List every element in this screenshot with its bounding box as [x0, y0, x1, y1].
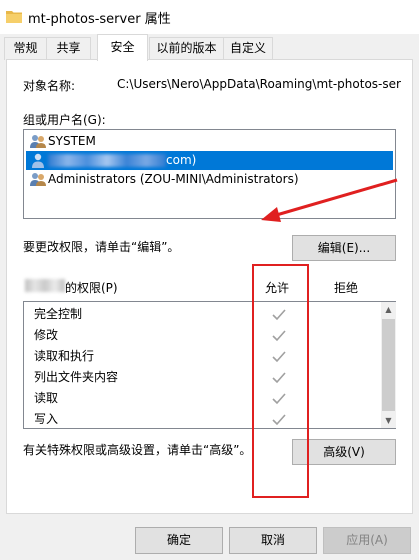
permission-read-execute: 读取和执行 [34, 349, 95, 363]
permission-list-folder: 列出文件夹内容 [34, 370, 119, 384]
user-icon [32, 153, 44, 168]
permission-modify: 修改 [34, 328, 59, 342]
permission-read: 读取 [34, 391, 59, 405]
deny-column-header: 拒绝 [334, 281, 359, 295]
tab-sharing[interactable]: 共享 [46, 37, 91, 60]
permission-write: 写入 [34, 412, 59, 426]
allow-column-header: 允许 [265, 281, 290, 295]
change-hint: 要更改权限，请单击“编辑”。 [23, 240, 180, 254]
edit-button[interactable]: 编辑(E)... [292, 235, 396, 261]
object-name-label: 对象名称: [23, 79, 76, 93]
allow-check-icon [272, 393, 286, 405]
tab-security[interactable]: 安全 [97, 34, 148, 61]
user-item-administrators[interactable]: Administrators (ZOU-MINI\Administrators) [26, 170, 393, 189]
tab-customize[interactable]: 自定义 [223, 37, 273, 60]
ok-button[interactable]: 确定 [135, 527, 223, 554]
allow-check-icon [272, 330, 286, 342]
tab-strip: 常规 共享 安全 以前的版本 自定义 [0, 34, 419, 61]
allow-check-icon [272, 372, 286, 384]
allow-check-icon [272, 414, 286, 426]
user-group-icon [30, 173, 46, 186]
user-item-label: Administrators (ZOU-MINI\Administrators) [48, 172, 299, 186]
allow-check-icon [272, 351, 286, 363]
security-panel: 对象名称: C:\Users\Nero\AppData\Roaming\mt-p… [6, 59, 413, 514]
permission-scrollbar[interactable]: ▲ ▼ [381, 302, 396, 428]
permission-full-control: 完全控制 [34, 307, 83, 321]
object-name-value: C:\Users\Nero\AppData\Roaming\mt-photos-… [117, 77, 401, 91]
folder-icon [6, 11, 22, 23]
advanced-button[interactable]: 高级(V) [292, 439, 396, 465]
cancel-button[interactable]: 取消 [229, 527, 317, 554]
user-item-selected[interactable]: com) [26, 151, 393, 170]
apply-button[interactable]: 应用(A) [323, 527, 411, 554]
redacted-username [48, 154, 166, 167]
permissions-label: 的权限(P) [65, 281, 118, 295]
user-group-icon [30, 135, 46, 148]
title-bar: mt-photos-server 属性 [0, 0, 419, 34]
scroll-down-arrow-icon[interactable]: ▼ [381, 413, 396, 428]
scroll-up-arrow-icon[interactable]: ▲ [381, 302, 396, 317]
user-item-label: SYSTEM [48, 134, 96, 148]
redacted-username [25, 279, 65, 292]
user-item-system[interactable]: SYSTEM [26, 132, 393, 151]
window-title: mt-photos-server 属性 [28, 12, 171, 27]
advanced-hint: 有关特殊权限或高级设置，请单击“高级”。 [23, 443, 252, 457]
user-list[interactable]: SYSTEM com) Administrators (ZOU-MINI\Adm… [23, 129, 396, 219]
groups-label: 组或用户名(G): [23, 113, 106, 127]
user-item-label: com) [166, 153, 197, 167]
permission-list: 完全控制 修改 读取和执行 列出文件夹内容 读取 写入 ▲ ▼ [23, 301, 396, 429]
tab-previous-versions[interactable]: 以前的版本 [149, 37, 224, 60]
tab-general[interactable]: 常规 [4, 37, 47, 60]
scroll-thumb[interactable] [382, 319, 395, 411]
allow-check-icon [272, 309, 286, 321]
